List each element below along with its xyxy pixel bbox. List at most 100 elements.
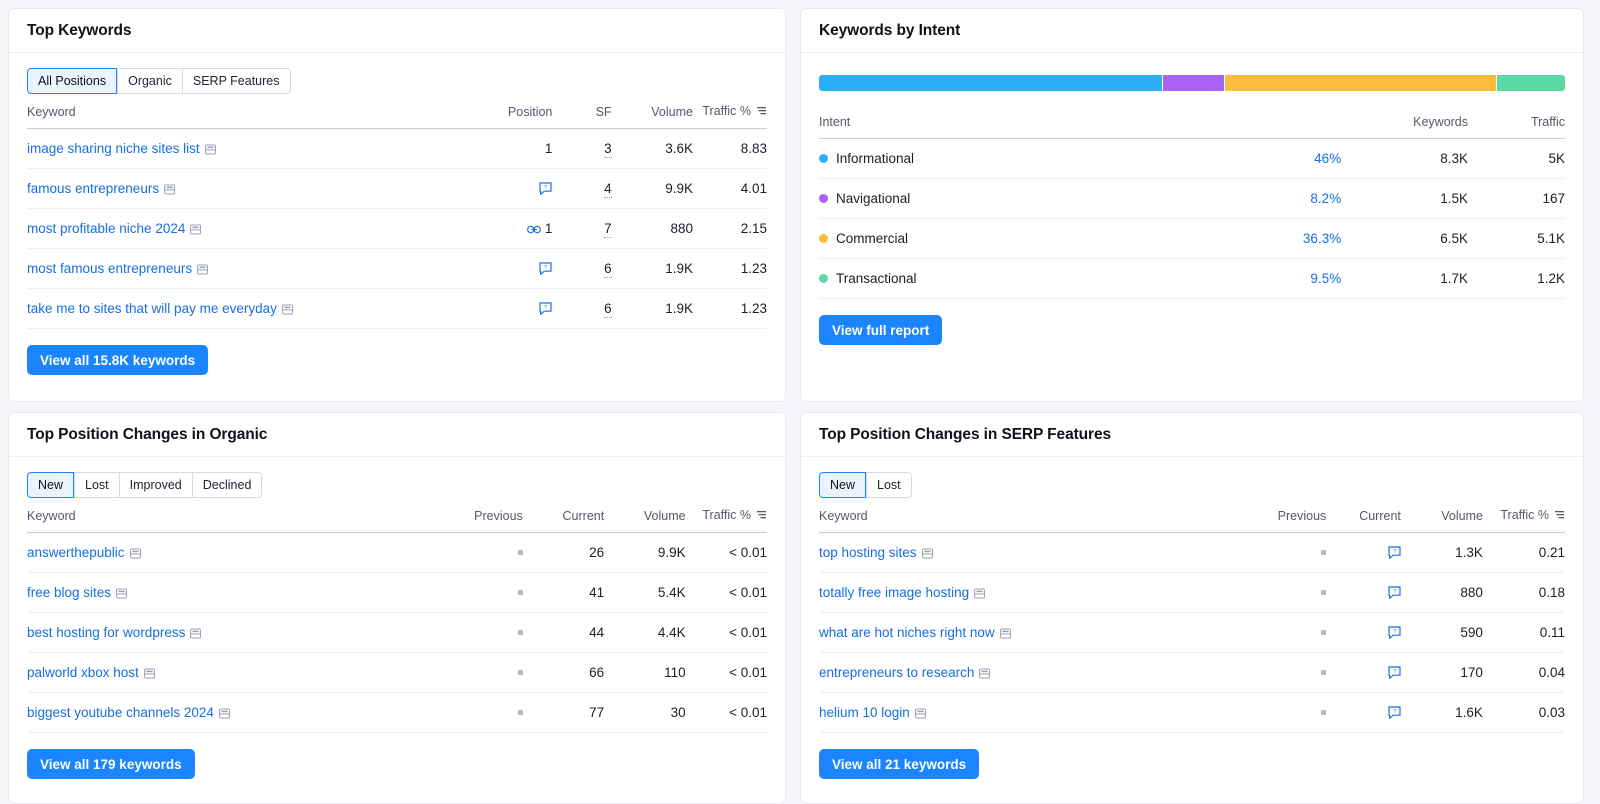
intent-percent[interactable]: 36.3% <box>1303 231 1341 246</box>
tab-organic[interactable]: Organic <box>117 68 182 94</box>
sf-value[interactable]: 6 <box>604 261 612 278</box>
keyword-link[interactable]: helium 10 login <box>819 705 910 720</box>
faq-bubble-icon[interactable]: ? <box>539 302 552 315</box>
cell-previous <box>434 652 523 693</box>
table-row[interactable]: free blog sites 41 5.4K < 0.01 <box>27 572 767 613</box>
cell-volume: 590 <box>1400 612 1483 653</box>
faq-bubble-icon[interactable]: ? <box>1388 546 1401 559</box>
table-row[interactable]: famous entrepreneurs ? 4 9.9K 4.01 <box>27 168 767 209</box>
serp-layout-icon[interactable] <box>143 668 155 679</box>
cell-volume: 880 <box>1400 572 1483 613</box>
serp-layout-icon[interactable] <box>281 304 293 315</box>
serp-layout-icon[interactable] <box>921 548 933 559</box>
serp-layout-icon[interactable] <box>129 548 141 559</box>
serp-layout-icon[interactable] <box>218 708 230 719</box>
serp-layout-icon[interactable] <box>974 588 986 599</box>
keyword-link[interactable]: free blog sites <box>27 585 111 600</box>
tab-serp-features[interactable]: SERP Features <box>181 68 291 94</box>
keyword-link[interactable]: take me to sites that will pay me everyd… <box>27 301 277 316</box>
faq-bubble-icon[interactable]: ? <box>1388 586 1401 599</box>
tab-improved[interactable]: Improved <box>118 472 192 498</box>
faq-bubble-icon[interactable]: ? <box>1388 706 1401 719</box>
table-row[interactable]: totally free image hosting ? 880 0.18 <box>819 572 1565 613</box>
serp-layout-icon[interactable] <box>190 628 202 639</box>
keyword-link[interactable]: palworld xbox host <box>27 665 139 680</box>
keyword-link[interactable]: entrepreneurs to research <box>819 665 974 680</box>
intent-percent[interactable]: 9.5% <box>1310 271 1341 286</box>
table-row[interactable]: Informational 46% 8.3K 5K <box>819 138 1565 179</box>
keyword-link[interactable]: famous entrepreneurs <box>27 181 159 196</box>
cell-position: 1 <box>456 128 553 169</box>
cell-current: ? <box>1326 532 1401 573</box>
sort-descending-icon[interactable] <box>756 105 767 119</box>
serp-layout-icon[interactable] <box>204 144 216 155</box>
table-row[interactable]: Commercial 36.3% 6.5K 5.1K <box>819 218 1565 259</box>
table-row[interactable]: image sharing niche sites list 1 3 3.6K … <box>27 128 767 169</box>
table-row[interactable]: best hosting for wordpress 44 4.4K < 0.0… <box>27 612 767 653</box>
svg-text:?: ? <box>1393 669 1396 675</box>
faq-bubble-icon[interactable]: ? <box>539 182 552 195</box>
table-row[interactable]: helium 10 login ? 1.6K 0.03 <box>819 692 1565 733</box>
tab-all-positions[interactable]: All Positions <box>27 68 118 94</box>
table-row[interactable]: biggest youtube channels 2024 77 30 < 0.… <box>27 692 767 733</box>
serp-layout-icon[interactable] <box>116 588 128 599</box>
keyword-link[interactable]: totally free image hosting <box>819 585 969 600</box>
view-all-serp-keywords-button[interactable]: View all 21 keywords <box>819 749 980 779</box>
view-all-organic-keywords-button[interactable]: View all 179 keywords <box>27 749 195 779</box>
intent-percent[interactable]: 46% <box>1314 151 1341 166</box>
sf-value[interactable]: 3 <box>604 141 612 158</box>
view-full-report-button[interactable]: View full report <box>819 315 943 345</box>
cell-position: ? <box>456 248 553 289</box>
keyword-link[interactable]: what are hot niches right now <box>819 625 995 640</box>
table-row[interactable]: top hosting sites ? 1.3K 0.21 <box>819 532 1565 573</box>
cell-sf: 6 <box>552 288 612 329</box>
intent-segment-commercial[interactable] <box>1225 75 1497 91</box>
serp-layout-icon[interactable] <box>999 628 1011 639</box>
tab-lost[interactable]: Lost <box>866 472 912 498</box>
tab-new[interactable]: New <box>819 472 867 498</box>
panel-title: Top Position Changes in Organic <box>27 425 268 443</box>
serp-layout-icon[interactable] <box>979 668 991 679</box>
faq-bubble-icon[interactable]: ? <box>1388 626 1401 639</box>
serp-layout-icon[interactable] <box>197 264 209 275</box>
table-row[interactable]: take me to sites that will pay me everyd… <box>27 288 767 329</box>
serp-layout-icon[interactable] <box>164 184 176 195</box>
sf-value[interactable]: 6 <box>604 301 612 318</box>
no-previous-position-dash <box>1321 590 1327 595</box>
svg-text:?: ? <box>1393 549 1396 555</box>
no-previous-position-dash <box>517 710 523 715</box>
table-row[interactable]: what are hot niches right now ? 590 0.11 <box>819 612 1565 653</box>
table-row[interactable]: answerthepublic 26 9.9K < 0.01 <box>27 532 767 573</box>
view-all-keywords-button[interactable]: View all 15.8K keywords <box>27 345 209 375</box>
keyword-link[interactable]: top hosting sites <box>819 545 917 560</box>
sf-value[interactable]: 4 <box>604 181 612 198</box>
sitelink-icon[interactable] <box>526 224 541 235</box>
serp-layout-icon[interactable] <box>914 708 926 719</box>
keyword-link[interactable]: answerthepublic <box>27 545 125 560</box>
keyword-link[interactable]: biggest youtube channels 2024 <box>27 705 214 720</box>
sf-value[interactable]: 7 <box>604 221 612 238</box>
keyword-link[interactable]: most famous entrepreneurs <box>27 261 192 276</box>
intent-segment-navigational[interactable] <box>1163 75 1225 91</box>
faq-bubble-icon[interactable]: ? <box>1388 666 1401 679</box>
tab-new[interactable]: New <box>27 472 75 498</box>
intent-segment-transactional[interactable] <box>1497 75 1565 91</box>
col-intent: Intent <box>819 115 851 129</box>
table-row[interactable]: Navigational 8.2% 1.5K 167 <box>819 178 1565 219</box>
tab-declined[interactable]: Declined <box>191 472 263 498</box>
serp-layout-icon[interactable] <box>190 224 202 235</box>
intent-segment-informational[interactable] <box>819 75 1163 91</box>
sort-descending-icon[interactable] <box>756 509 767 523</box>
sort-descending-icon[interactable] <box>1554 509 1565 523</box>
table-row[interactable]: most famous entrepreneurs ? 6 1.9K 1.23 <box>27 248 767 289</box>
table-row[interactable]: most profitable niche 2024 1 7 880 2.15 <box>27 208 767 249</box>
table-row[interactable]: entrepreneurs to research ? 170 0.04 <box>819 652 1565 693</box>
keyword-link[interactable]: most profitable niche 2024 <box>27 221 185 236</box>
keyword-link[interactable]: image sharing niche sites list <box>27 141 200 156</box>
table-row[interactable]: Transactional 9.5% 1.7K 1.2K <box>819 258 1565 299</box>
table-row[interactable]: palworld xbox host 66 110 < 0.01 <box>27 652 767 693</box>
faq-bubble-icon[interactable]: ? <box>539 262 552 275</box>
tab-lost[interactable]: Lost <box>74 472 119 498</box>
keyword-link[interactable]: best hosting for wordpress <box>27 625 185 640</box>
intent-percent[interactable]: 8.2% <box>1310 191 1341 206</box>
